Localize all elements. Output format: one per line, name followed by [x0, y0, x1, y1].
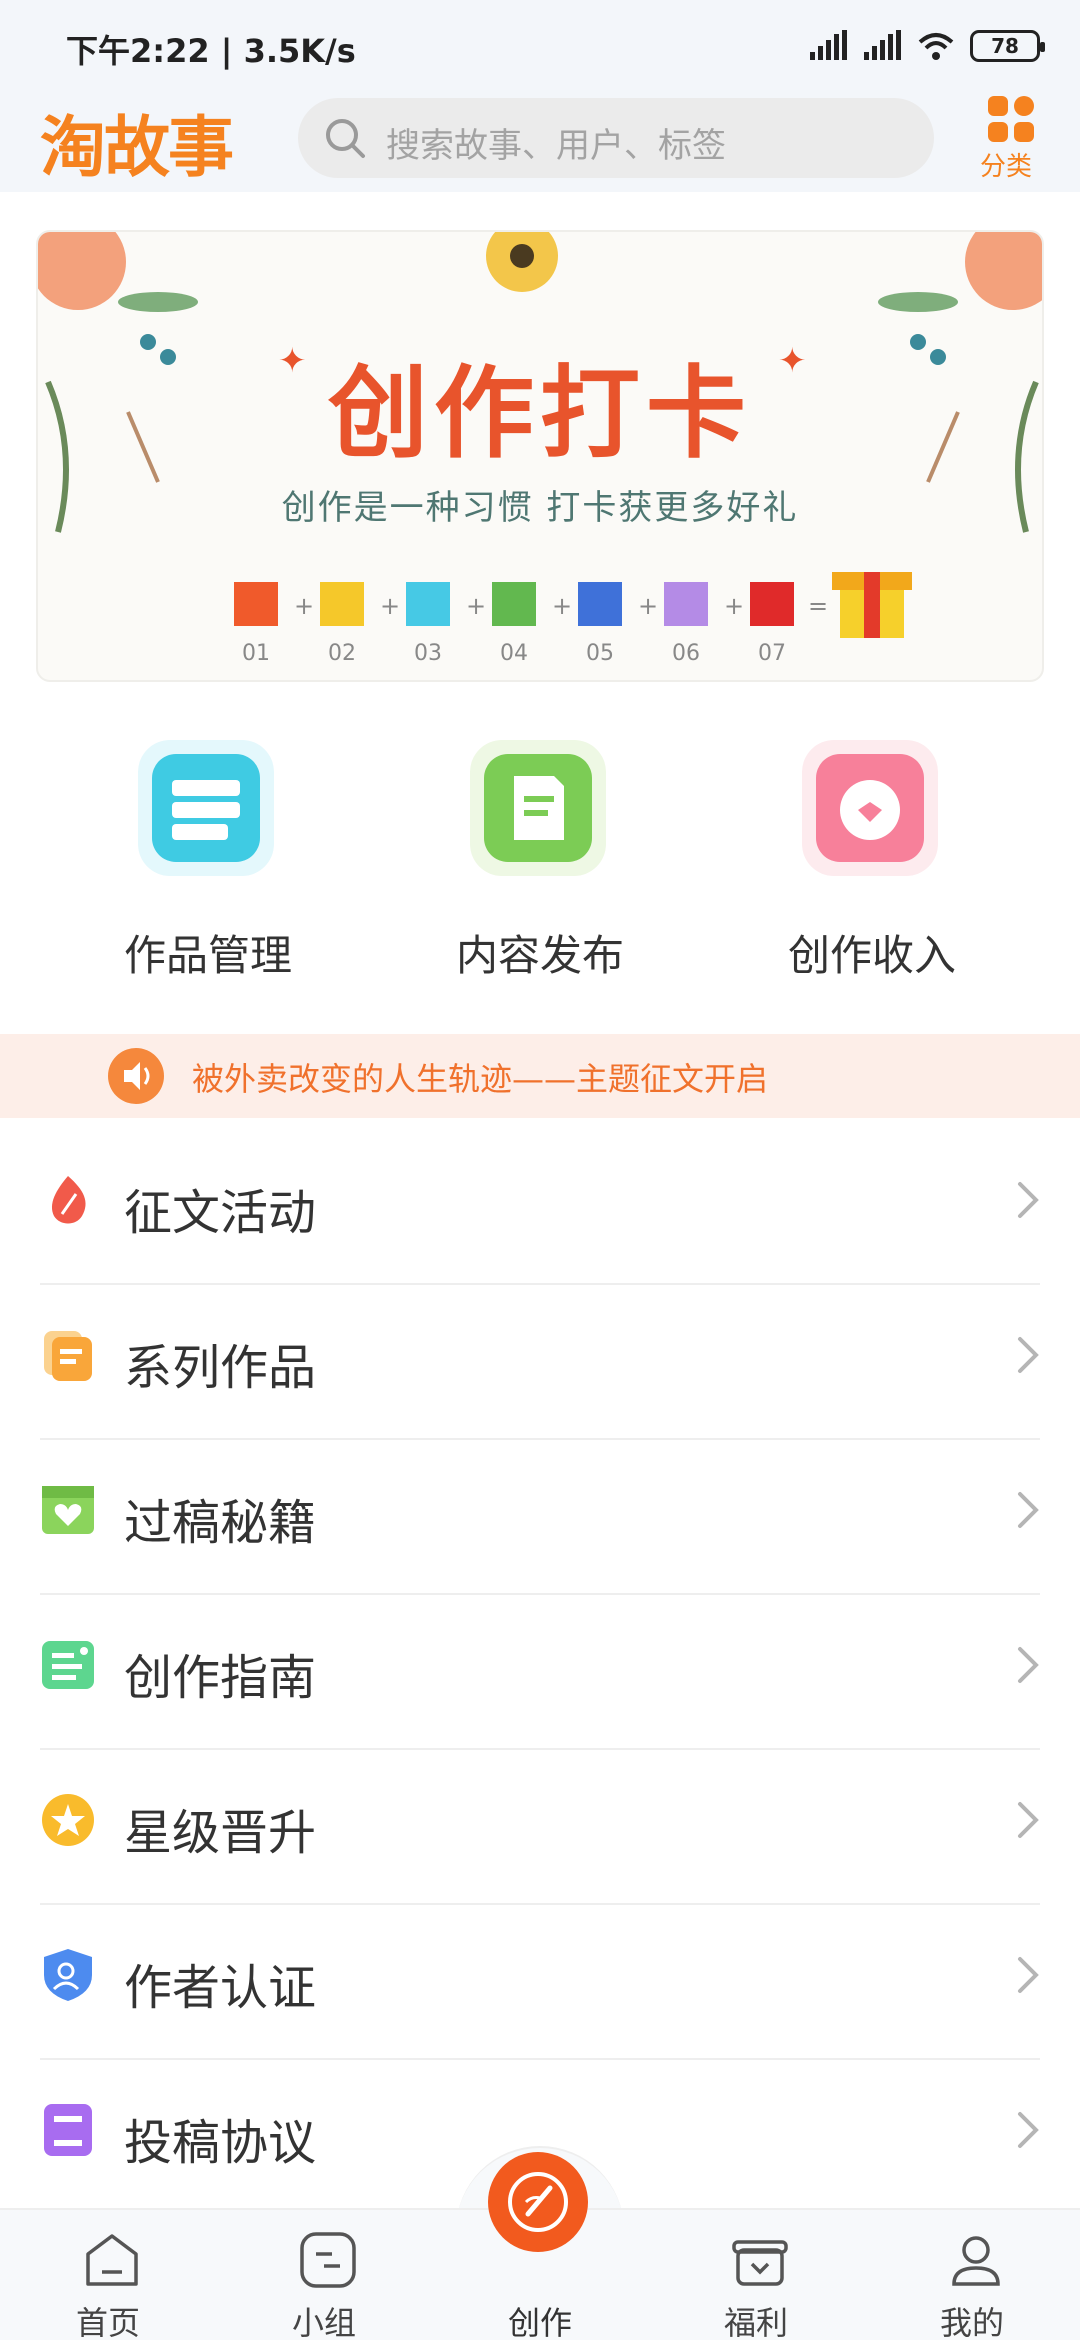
banner-title: 创作打卡 [328, 355, 752, 472]
svg-text:+: + [638, 592, 658, 620]
flame-quill-icon [51, 1176, 86, 1224]
chevron-right-icon [1018, 2112, 1039, 2148]
speaker-icon [108, 1048, 164, 1104]
gift-icon [732, 2240, 788, 2286]
menu-item-series[interactable]: 系列作品 [0, 1285, 1080, 1440]
day-label: 04 [500, 641, 528, 666]
menu-item-label: 作者认证 [124, 1960, 317, 2016]
battery-icon: 78 [970, 30, 1045, 62]
chevron-right-icon [1018, 1337, 1039, 1373]
nav-label: 我的 [939, 2304, 1004, 2340]
guide-list-icon [42, 1641, 94, 1689]
star-icon [42, 1794, 94, 1846]
quick-action-label: 作品管理 [123, 931, 292, 980]
svg-text:+: + [294, 592, 314, 620]
menu-item-label: 系列作品 [124, 1340, 317, 1396]
signal-icon [810, 30, 847, 60]
chevron-right-icon [1018, 1957, 1039, 1993]
day-label: 06 [672, 641, 700, 666]
menu-item-label: 星级晋升 [124, 1805, 317, 1861]
home-icon [86, 2234, 138, 2286]
quick-action-works[interactable]: 作品管理 [88, 730, 328, 990]
grid-icon [988, 96, 1034, 142]
menu-item-contest[interactable]: 征文活动 [0, 1130, 1080, 1285]
shield-user-icon [44, 1949, 92, 2001]
nav-profile[interactable]: 我的 [872, 2210, 1072, 2340]
menu-item-label: 过稿秘籍 [124, 1495, 317, 1551]
status-time: 下午2:22 | 3.5K/s [66, 32, 356, 70]
edit-document-icon [470, 740, 606, 876]
chevron-right-icon [1018, 1492, 1039, 1528]
chevron-right-icon [1018, 1802, 1039, 1838]
menu-item-guide[interactable]: 创作指南 [0, 1595, 1080, 1750]
svg-text:=: = [808, 592, 828, 620]
create-button[interactable] [488, 2152, 588, 2252]
menu-item-label: 征文活动 [124, 1185, 317, 1241]
day-label: 07 [758, 641, 786, 666]
quick-action-label: 创作收入 [787, 931, 956, 980]
app-logo: 淘故事 [40, 108, 234, 186]
profile-icon [952, 2236, 1000, 2286]
category-button[interactable]: 分类 [978, 94, 1044, 182]
nav-welfare[interactable]: 福利 [656, 2210, 856, 2340]
nav-label: 首页 [75, 2304, 140, 2340]
chevron-right-icon [1018, 1182, 1039, 1218]
chevron-right-icon [1018, 1647, 1039, 1683]
day-label: 05 [586, 641, 614, 666]
quick-action-income[interactable]: 创作收入 [752, 730, 992, 990]
stacked-docs-icon [44, 1331, 92, 1381]
wifi-icon [918, 33, 954, 60]
quick-action-publish[interactable]: 内容发布 [420, 730, 660, 990]
day-label: 01 [242, 641, 270, 666]
nav-label: 创作 [507, 2304, 572, 2340]
svg-text:+: + [724, 592, 744, 620]
search-icon [326, 119, 365, 158]
day-label: 02 [328, 641, 356, 666]
svg-text:+: + [466, 592, 486, 620]
nav-group[interactable]: 小组 [224, 2210, 424, 2340]
search-placeholder: 搜索故事、用户、标签 [386, 126, 726, 166]
menu-item-label: 投稿协议 [124, 2115, 317, 2171]
quick-actions: 作品管理 内容发布 创作收入 [0, 730, 1080, 990]
day-label: 03 [414, 641, 442, 666]
notice-bar[interactable]: 被外卖改变的人生轨迹——主题征文开启 [0, 1034, 1080, 1118]
category-label: 分类 [980, 152, 1033, 182]
menu-item-star-level[interactable]: 星级晋升 [0, 1750, 1080, 1905]
nav-home[interactable]: 首页 [8, 2210, 208, 2340]
notice-text: 被外卖改变的人生轨迹——主题征文开启 [192, 1060, 769, 1098]
archive-icon [138, 740, 274, 876]
group-icon [300, 2232, 356, 2288]
banner-subtitle: 创作是一种习惯 打卡获更多好礼 [281, 488, 799, 528]
quick-action-label: 内容发布 [455, 931, 624, 980]
heart-box-icon [42, 1486, 94, 1534]
hd-signal-icon [864, 30, 901, 60]
status-icons: 78 [808, 26, 1045, 66]
menu-item-label: 创作指南 [124, 1650, 317, 1706]
nav-label: 小组 [291, 2304, 356, 2340]
menu-item-author-verify[interactable]: 作者认证 [0, 1905, 1080, 2060]
top-header: 淘故事 搜索故事、用户、标签 分类 [0, 92, 1080, 192]
nav-label: 福利 [723, 2304, 788, 2340]
menu-item-tips[interactable]: 过稿秘籍 [0, 1440, 1080, 1595]
wallet-icon [802, 740, 938, 876]
create-icon [508, 2172, 568, 2232]
checkin-days-icon: 01 + 02 + 03 + 04 + 05 + 06 + 07 = [234, 572, 912, 666]
svg-text:+: + [552, 592, 572, 620]
promo-banner[interactable]: ✦ ✦ 创作打卡 创作是一种习惯 打卡获更多好礼 01 + 02 + 03 + … [36, 230, 1044, 682]
status-bar: 下午2:22 | 3.5K/s 78 [0, 0, 1080, 92]
svg-text:+: + [380, 592, 400, 620]
agreement-icon [44, 2104, 92, 2156]
search-bar[interactable]: 搜索故事、用户、标签 [298, 98, 934, 178]
